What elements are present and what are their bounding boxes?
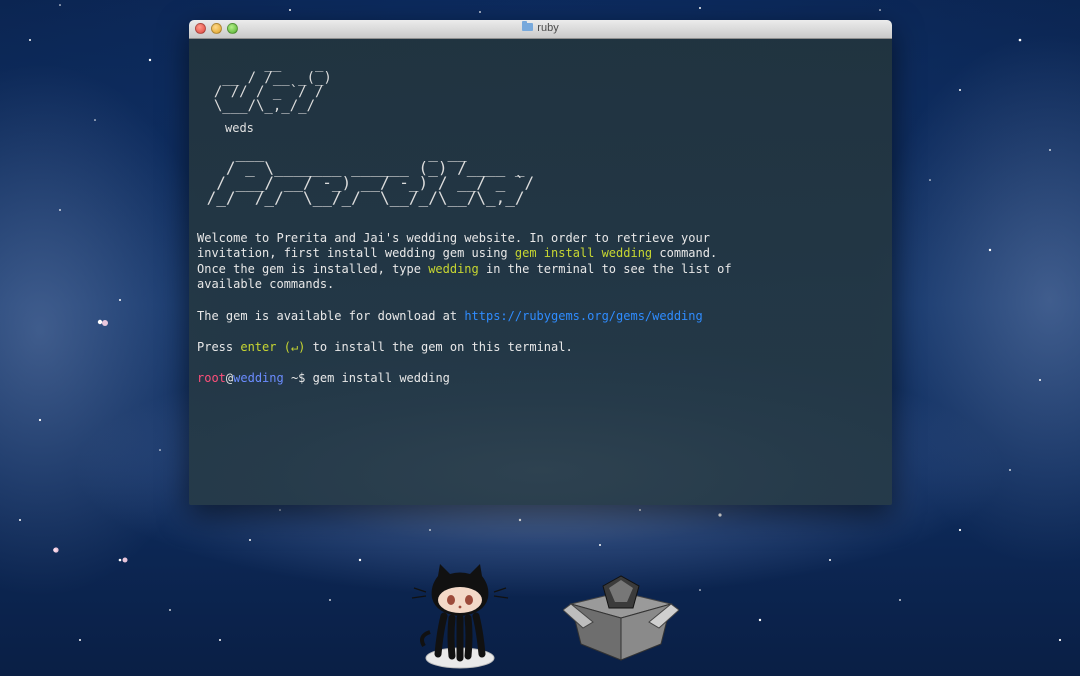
terminal-output[interactable]: __ _ __ / /__ _(_) / // / _ `/ / \___/\_… xyxy=(189,39,892,505)
terminal-window: ruby __ _ __ / /__ _(_) / // / _ `/ / \_… xyxy=(189,20,892,505)
enter-key-hint: enter (↵) xyxy=(240,339,306,354)
folder-icon xyxy=(522,21,534,31)
command-prompt[interactable]: root@wedding ~$ gem install wedding xyxy=(197,371,892,387)
welcome-line-3: Once the gem is installed, type wedding … xyxy=(197,261,732,276)
prompt-user: root xyxy=(197,370,226,385)
install-command: gem install wedding xyxy=(514,246,653,261)
title-bar[interactable]: ruby xyxy=(189,20,892,39)
prompt-host: wedding xyxy=(233,370,284,385)
welcome-line-1: Welcome to Prerita and Jai's wedding web… xyxy=(197,230,710,245)
rubygems-link[interactable]: https://rubygems.org/gems/wedding xyxy=(464,309,702,323)
weds-text: weds xyxy=(225,121,254,135)
download-line: The gem is available for download at htt… xyxy=(197,308,703,323)
octocat-icon[interactable] xyxy=(410,562,510,672)
press-enter-line: Press enter (↵) to install the gem on th… xyxy=(197,339,573,354)
welcome-line-4: available commands. xyxy=(197,277,335,292)
wedding-command: wedding xyxy=(428,261,479,276)
window-title: ruby xyxy=(189,21,892,34)
prompt-command-input[interactable]: gem install wedding xyxy=(313,371,450,385)
ascii-art-prerita: ___ _ __ / _ \_______ ______ (_) /____ _… xyxy=(206,142,535,207)
rubygems-box-icon[interactable] xyxy=(563,574,679,662)
welcome-line-2: invitation, first install wedding gem us… xyxy=(197,246,718,261)
ascii-art-jai: __ _ __ / /__ _(_) / // / _ `/ / \___/\_… xyxy=(213,56,332,114)
